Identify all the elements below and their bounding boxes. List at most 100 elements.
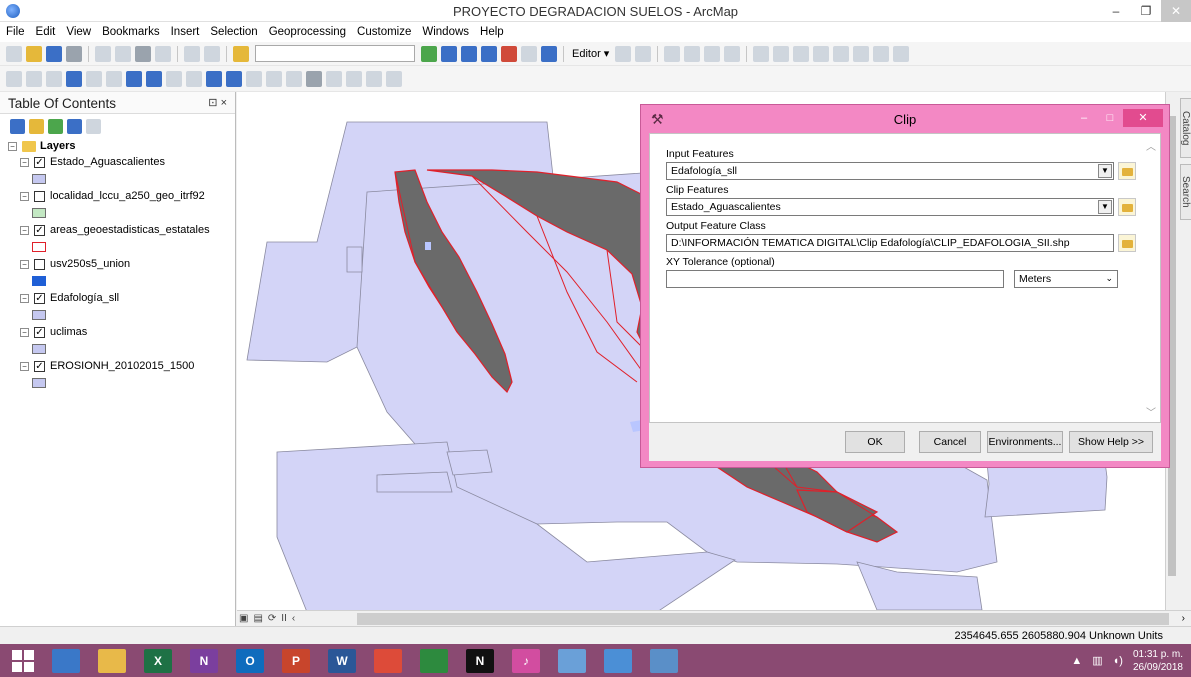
select-features-icon[interactable] — [166, 70, 182, 87]
layer-visibility-checkbox[interactable]: ✓ — [34, 360, 45, 372]
full-extent-icon[interactable] — [66, 70, 82, 87]
xy-units-dropdown[interactable]: Meters ⌄ — [1014, 270, 1118, 288]
collapse-icon[interactable]: − — [20, 361, 29, 371]
layer-symbol-swatch[interactable] — [32, 378, 46, 388]
data-view-button[interactable]: ▤ — [253, 613, 262, 624]
cut-icon[interactable] — [95, 45, 111, 62]
menu-geoprocessing[interactable]: Geoprocessing — [269, 26, 346, 38]
menu-selection[interactable]: Selection — [210, 26, 257, 38]
folder-icon[interactable] — [98, 648, 126, 673]
list-by-source-icon[interactable] — [29, 118, 44, 134]
clip-features-dropdown[interactable]: Estado_Aguascalientes — [666, 198, 1114, 216]
output-feature-class-input[interactable]: D:\INFORMACIÓN TEMATICA DIGITAL\Clip Eda… — [666, 234, 1114, 252]
print-icon[interactable] — [66, 45, 82, 62]
fixed-zoom-out-icon[interactable] — [106, 70, 122, 87]
menu-windows[interactable]: Windows — [422, 26, 469, 38]
hyperlink-icon[interactable] — [246, 70, 262, 87]
layers-group[interactable]: − Layers — [8, 138, 235, 154]
open-icon[interactable] — [26, 45, 42, 62]
itunes-icon[interactable]: ♪ — [512, 648, 540, 673]
fixed-zoom-in-icon[interactable] — [86, 70, 102, 87]
tray-network-icon[interactable]: ▥ — [1092, 654, 1102, 667]
layer-visibility-checkbox[interactable]: ✓ — [34, 224, 45, 236]
output-browse-folder-icon[interactable] — [1118, 234, 1136, 252]
input-features-browse-folder-icon[interactable] — [1118, 162, 1136, 180]
list-by-visibility-icon[interactable] — [48, 118, 63, 134]
search-tab[interactable]: Search — [1180, 164, 1191, 220]
layer-row[interactable]: − ✓ uclimas — [8, 324, 235, 340]
ok-button[interactable]: OK — [845, 431, 905, 453]
chrome-icon[interactable] — [374, 648, 402, 673]
powerpoint-icon[interactable]: P — [282, 648, 310, 673]
toc-options-icon[interactable] — [86, 118, 101, 134]
catalog-window-icon[interactable] — [461, 45, 477, 62]
outlook-icon[interactable]: O — [236, 648, 264, 673]
delete-icon[interactable] — [155, 45, 171, 62]
layer-symbol-swatch[interactable] — [32, 344, 46, 354]
time-slider-icon[interactable] — [366, 70, 382, 87]
menu-file[interactable]: File — [6, 26, 25, 38]
environments-button[interactable]: Environments... — [987, 431, 1063, 453]
html-popup-icon[interactable] — [266, 70, 282, 87]
input-features-chevron-down-icon[interactable]: ▼ — [1098, 164, 1112, 178]
close-button[interactable]: ✕ — [1161, 0, 1191, 22]
map-horizontal-scrollbar[interactable] — [357, 612, 1169, 625]
edit-vertices-icon[interactable] — [753, 45, 770, 62]
scroll-right-button[interactable]: › — [1182, 613, 1185, 624]
menu-view[interactable]: View — [66, 26, 91, 38]
list-by-selection-icon[interactable] — [67, 118, 82, 134]
layer-row[interactable]: − localidad_lccu_a250_geo_itrf92 — [8, 188, 235, 204]
tray-volume-icon[interactable]: ◖) — [1113, 655, 1123, 667]
menu-edit[interactable]: Edit — [36, 26, 56, 38]
catalog-tab[interactable]: Catalog — [1180, 98, 1191, 158]
copy-icon[interactable] — [115, 45, 131, 62]
menu-help[interactable]: Help — [480, 26, 504, 38]
zoom-out-icon[interactable] — [26, 70, 42, 87]
create-features-icon[interactable] — [893, 45, 910, 62]
word-icon[interactable]: W — [328, 648, 356, 673]
go-to-xy-icon[interactable] — [346, 70, 362, 87]
onenote-icon[interactable]: N — [190, 648, 218, 673]
refresh-button[interactable]: ⟳ — [268, 613, 276, 624]
layer-row[interactable]: − ✓ Estado_Aguascalientes — [8, 154, 235, 170]
undo-icon[interactable] — [184, 45, 200, 62]
collapse-icon[interactable]: − — [20, 293, 29, 303]
show-help-button[interactable]: Show Help >> — [1069, 431, 1153, 453]
dialog-maximize-button[interactable]: □ — [1097, 109, 1123, 127]
file-explorer-icon[interactable] — [52, 648, 80, 673]
cut-polygons-icon[interactable] — [793, 45, 810, 62]
input-features-dropdown[interactable]: Edafología_sll — [666, 162, 1114, 180]
store-icon[interactable] — [420, 648, 448, 673]
dialog-close-button[interactable]: ✕ — [1123, 109, 1163, 127]
clip-features-chevron-down-icon[interactable]: ▼ — [1098, 200, 1112, 214]
netflix-icon[interactable]: N — [466, 648, 494, 673]
layer-row[interactable]: − usv250s5_union — [8, 256, 235, 272]
layer-symbol-swatch[interactable] — [32, 208, 46, 218]
editor-menu[interactable]: Editor ▾ — [572, 47, 609, 60]
rotate-icon[interactable] — [833, 45, 850, 62]
layer-symbol-swatch[interactable] — [32, 276, 46, 286]
select-elements-icon[interactable] — [206, 70, 222, 87]
split-icon[interactable] — [813, 45, 830, 62]
windows-start-icon[interactable] — [12, 649, 34, 672]
new-document-icon[interactable] — [6, 45, 22, 62]
search-window-icon[interactable] — [481, 45, 497, 62]
arctoolbox-icon[interactable] — [501, 45, 517, 62]
dialog-minimize-button[interactable]: – — [1071, 109, 1097, 127]
collapse-icon[interactable]: − — [20, 259, 29, 269]
tray-chevron-up-icon[interactable]: ▲ — [1071, 655, 1082, 667]
identify-icon[interactable] — [226, 70, 242, 87]
edit-annotation-icon[interactable] — [635, 45, 652, 62]
back-extent-icon[interactable] — [126, 70, 142, 87]
scroll-up-icon[interactable]: ︿ — [1146, 138, 1156, 153]
save-icon[interactable] — [46, 45, 62, 62]
collapse-icon[interactable]: − — [8, 141, 17, 151]
pan-icon[interactable] — [46, 70, 62, 87]
attributes-icon[interactable] — [853, 45, 870, 62]
map-scale-input[interactable] — [255, 45, 415, 62]
zoom-in-icon[interactable] — [6, 70, 22, 87]
straight-segment-icon[interactable] — [664, 45, 681, 62]
layer-visibility-checkbox[interactable]: ✓ — [34, 156, 45, 168]
measure-icon[interactable] — [286, 70, 302, 87]
layer-row[interactable]: − ✓ Edafología_sll — [8, 290, 235, 306]
